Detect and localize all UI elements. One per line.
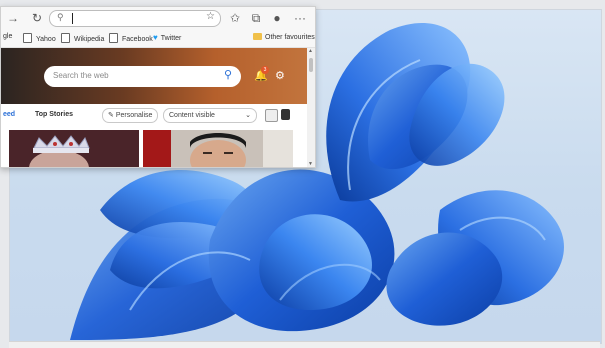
tab-top-stories[interactable]: Top Stories (35, 111, 73, 118)
folder-icon (253, 33, 262, 40)
browser-window: → ↻ ⚲ ☆ ✩ ⧉ ● ··· gle Yahoo Wikipedia Fa… (0, 6, 316, 168)
search-placeholder: Search the web (53, 71, 109, 80)
other-favourites[interactable]: Other favourites (253, 33, 315, 41)
arrow-right-icon[interactable]: → (5, 10, 21, 26)
more-menu-icon[interactable]: ··· (292, 10, 308, 26)
feed-toolbar: eed Top Stories ✎ Personalise Content vi… (1, 104, 307, 128)
content-visibility-select[interactable]: Content visible ⌄ (163, 108, 257, 123)
bookmark-google[interactable]: gle (3, 33, 12, 40)
search-icon[interactable]: ⚲ (224, 68, 232, 81)
news-photo-portrait (143, 130, 293, 167)
tab-feed[interactable]: eed (3, 111, 15, 118)
grid-view-icon[interactable] (265, 109, 278, 122)
text-caret (72, 13, 73, 24)
page-icon (109, 33, 118, 43)
bookmarks-bar: gle Yahoo Wikipedia Facebook ♥ Twitter Ot… (1, 29, 315, 48)
notification-badge: 3 (261, 66, 269, 74)
address-bar[interactable]: ⚲ ☆ (49, 10, 221, 27)
chevron-down-icon: ⌄ (245, 112, 251, 119)
twitter-icon: ♥ (153, 33, 158, 42)
pencil-icon: ✎ (108, 112, 116, 119)
personalise-button[interactable]: ✎ Personalise (102, 108, 159, 123)
news-card-image-2[interactable] (143, 130, 293, 167)
profile-avatar-icon[interactable]: ● (269, 10, 285, 26)
page-icon (61, 33, 70, 43)
web-search-box[interactable]: Search the web ⚲ (44, 66, 241, 87)
favourites-icon[interactable]: ✩ (227, 10, 243, 26)
gear-icon[interactable]: ⚙ (275, 69, 285, 82)
desktop-screen: → ↻ ⚲ ☆ ✩ ⧉ ● ··· gle Yahoo Wikipedia Fa… (0, 0, 605, 348)
scroll-up-icon[interactable]: ▲ (308, 48, 313, 54)
list-view-icon[interactable] (281, 109, 290, 120)
vertical-scrollbar[interactable]: ▲ ▼ (307, 48, 315, 167)
news-photo-crown (9, 130, 139, 167)
taskbar (9, 341, 600, 348)
bookmark-facebook[interactable]: Facebook (109, 33, 153, 43)
news-card-image-1[interactable] (9, 130, 139, 167)
bookmark-yahoo[interactable]: Yahoo (23, 33, 56, 43)
search-icon: ⚲ (57, 12, 64, 22)
hero-banner: Search the web ⚲ 🔔 3 ⚙ (1, 48, 307, 104)
scroll-thumb[interactable] (309, 58, 313, 72)
bookmark-twitter[interactable]: ♥ Twitter (153, 33, 181, 42)
scroll-down-icon[interactable]: ▼ (308, 161, 313, 167)
refresh-icon[interactable]: ↻ (29, 10, 45, 26)
bookmark-wikipedia[interactable]: Wikipedia (61, 33, 104, 43)
collections-icon[interactable]: ⧉ (248, 10, 264, 26)
new-tab-page: Search the web ⚲ 🔔 3 ⚙ eed Top Stories ✎… (1, 48, 307, 167)
favourite-star-icon[interactable]: ☆ (206, 11, 215, 22)
page-icon (23, 33, 32, 43)
browser-toolbar: → ↻ ⚲ ☆ ✩ ⧉ ● ··· (1, 7, 315, 29)
